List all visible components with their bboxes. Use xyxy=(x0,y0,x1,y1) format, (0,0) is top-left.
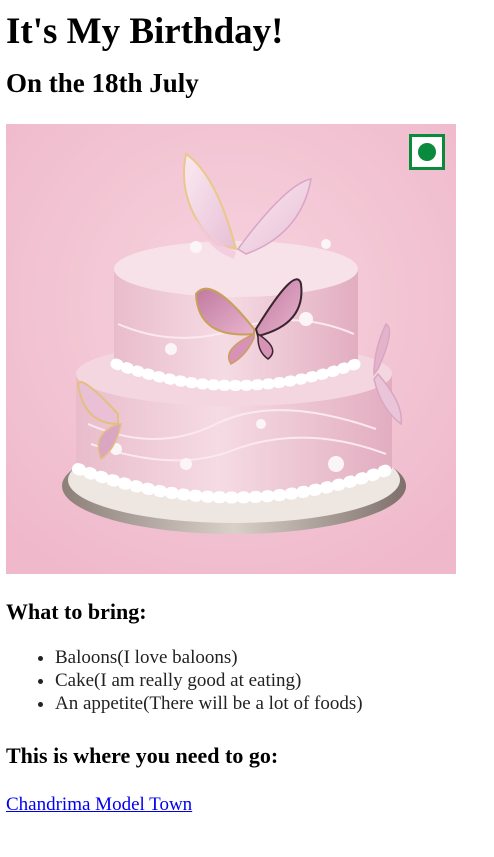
cake-image xyxy=(6,124,456,574)
location-heading: This is where you need to go: xyxy=(6,743,279,768)
page-title: It's My Birthday! xyxy=(6,11,284,52)
page: It's My Birthday! On the 18th July What … xyxy=(0,0,494,816)
date-subtitle: On the 18th July xyxy=(6,68,199,98)
list-item: Baloons(I love baloons) xyxy=(55,646,494,669)
list-item: Cake(I am really good at eating) xyxy=(55,669,494,692)
list-item: An appetite(There will be a lot of foods… xyxy=(55,692,494,715)
bring-list: Baloons(I love baloons) Cake(I am really… xyxy=(6,646,494,715)
bring-heading: What to bring: xyxy=(6,599,147,624)
cake-illustration xyxy=(6,124,456,574)
location-link[interactable]: Chandrima Model Town xyxy=(6,793,192,816)
veg-mark-dot xyxy=(418,143,436,161)
veg-mark-icon xyxy=(409,134,445,170)
